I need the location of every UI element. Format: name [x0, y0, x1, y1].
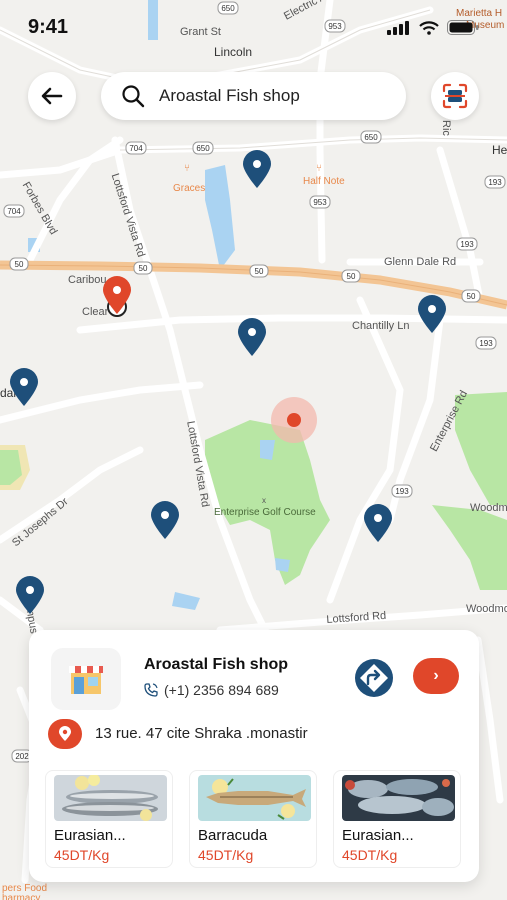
map-label-he: He [492, 143, 507, 157]
route-shield-650-b: 650 [196, 144, 210, 153]
product-card[interactable]: Eurasian... 45DT/Kg [45, 770, 173, 868]
water-golf-2 [275, 558, 290, 572]
route-shield-193-b: 193 [460, 240, 474, 249]
route-shield-650-c: 650 [221, 4, 235, 13]
route-shield-650: 650 [364, 133, 378, 142]
map-label-harmacy: harmacy [2, 893, 41, 900]
water-top [148, 0, 158, 40]
map-screen: 953 650 704 650 193 704 953 193 50 50 50… [0, 0, 507, 900]
map-pin-shop[interactable] [416, 295, 448, 335]
product-price: 45DT/Kg [54, 847, 110, 863]
store-icon [69, 666, 103, 694]
battery-icon [447, 20, 479, 35]
shop-name: Aroastal Fish shop [144, 656, 289, 673]
map-poi-graces: Graces [173, 183, 206, 194]
route-shield-704: 704 [129, 144, 143, 153]
scan-button[interactable] [431, 72, 479, 120]
product-image [198, 775, 311, 821]
search-input[interactable] [157, 85, 381, 107]
map-pin-shop[interactable] [149, 501, 181, 541]
search-bar-row [28, 72, 479, 120]
phone-icon [144, 683, 158, 697]
map-pin-shop[interactable] [8, 368, 40, 408]
map-label-marietta: Marietta H [456, 8, 503, 19]
map-pin-selected[interactable] [101, 276, 133, 316]
map-poi-half-note-icon: ⑂ [316, 163, 322, 174]
map-label-golf-course: Enterprise Golf Course [214, 507, 316, 518]
map-pin-shop[interactable] [241, 150, 273, 190]
product-price: 45DT/Kg [198, 847, 254, 863]
product-image [342, 775, 455, 821]
status-icons [387, 20, 479, 35]
map-poi-graces-icon: ⑂ [184, 163, 190, 174]
map-label-woodm: Woodm [470, 502, 507, 514]
route-shield-50: 50 [15, 260, 24, 269]
route-shield-50-c: 50 [255, 267, 264, 276]
chevron-right-icon: › [433, 667, 439, 684]
shop-phone: (+1) 2356 894 689 [164, 682, 279, 698]
route-shield-50-b: 50 [139, 264, 148, 273]
scan-icon [442, 83, 468, 109]
shop-address: 13 rue. 47 cite Shraka .monastir [95, 725, 308, 742]
product-list: Eurasian... 45DT/Kg Barracuda 45DT/Kg Eu… [45, 770, 461, 868]
product-card[interactable]: Eurasian... 45DT/Kg [333, 770, 461, 868]
wifi-icon [419, 20, 439, 35]
route-shield-953-b: 953 [313, 198, 327, 207]
shop-card[interactable]: Aroastal Fish shop (+1) 2356 894 689 › 1… [29, 630, 479, 882]
product-price: 45DT/Kg [342, 847, 398, 863]
product-name: Barracuda [198, 827, 268, 844]
map-label-glenn-dale: Glenn Dale Rd [384, 256, 457, 268]
product-name: Eurasian... [54, 827, 126, 844]
svg-text:x: x [262, 496, 266, 505]
product-image [54, 775, 167, 821]
map-poi-half-note: Half Note [303, 176, 345, 187]
route-shield-953: 953 [328, 22, 342, 31]
product-card[interactable]: Barracuda 45DT/Kg [189, 770, 317, 868]
route-shield-50-e: 50 [467, 292, 476, 301]
route-shield-193: 193 [488, 178, 502, 187]
map-label-woodmore: Woodmor [466, 603, 507, 615]
map-label-grant: Grant St [180, 26, 221, 38]
map-pin-shop[interactable] [362, 504, 394, 544]
directions-button[interactable] [354, 658, 394, 698]
map-pin-shop[interactable] [14, 576, 46, 616]
signal-icon [387, 20, 409, 35]
map-label-lincoln: Lincoln [214, 45, 253, 59]
route-shield-193-c: 193 [479, 339, 493, 348]
search-icon [121, 84, 145, 108]
shop-phone-row: (+1) 2356 894 689 [144, 682, 279, 698]
shop-thumbnail [51, 648, 121, 710]
map-label-chantilly: Chantilly Ln [352, 320, 410, 332]
open-shop-button[interactable]: › [413, 658, 459, 694]
status-time: 9:41 [28, 16, 69, 38]
route-shield-50-d: 50 [347, 272, 356, 281]
map-label-ric: Ric [440, 120, 452, 136]
search-box[interactable] [101, 72, 406, 120]
location-pin-icon [48, 719, 82, 749]
route-shield-193-d: 193 [395, 487, 409, 496]
arrow-left-icon [41, 87, 63, 105]
product-name: Eurasian... [342, 827, 414, 844]
map-pin-shop[interactable] [236, 318, 268, 358]
selected-location-dot [287, 413, 301, 427]
back-button[interactable] [28, 72, 76, 120]
route-shield-704-b: 704 [7, 207, 21, 216]
route-shield-202: 202 [15, 752, 29, 761]
